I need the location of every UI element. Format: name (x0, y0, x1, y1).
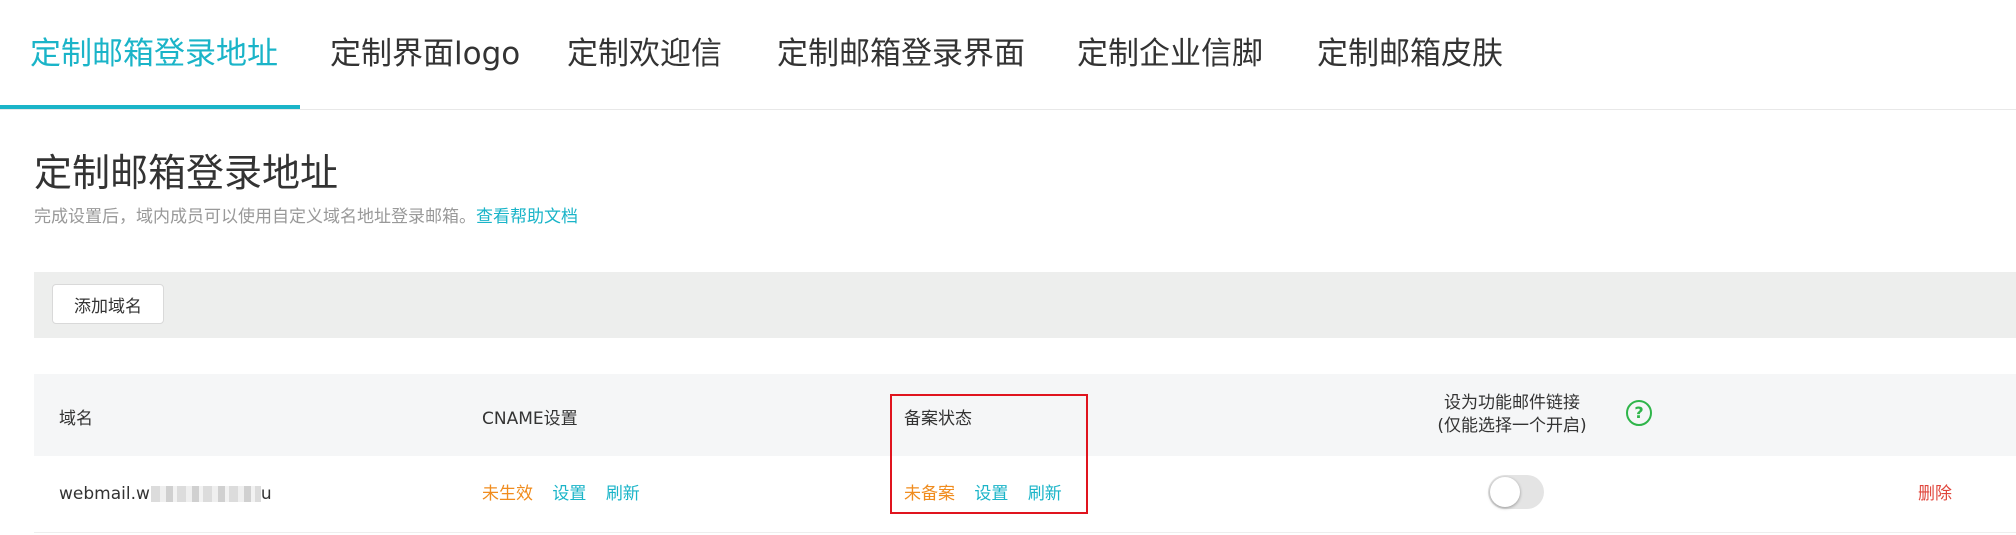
table-row: webmail.w u 未生效 设置 刷新 未备案 设置 刷新 删除 (34, 456, 2016, 533)
table-header: 域名 CNAME设置 备案状态 设为功能邮件链接 (仅能选择一个开启) ? (34, 374, 2016, 456)
header-icp-status: 备案状态 (904, 409, 972, 429)
page-title: 定制邮箱登录地址 (34, 151, 339, 195)
domain-text: webmail.w (59, 484, 150, 504)
domain-suffix: u (260, 484, 272, 504)
page-description: 完成设置后，域内成员可以使用自定义域名地址登录邮箱。查看帮助文档 (34, 205, 578, 229)
cname-refresh-link[interactable]: 刷新 (606, 484, 640, 504)
header-cname: CNAME设置 (482, 409, 578, 429)
redacted-domain (150, 486, 261, 502)
cname-set-link[interactable]: 设置 (552, 484, 586, 504)
domain-cell: webmail.w u (59, 456, 272, 532)
active-tab-indicator (0, 105, 300, 109)
help-doc-link[interactable]: 查看帮助文档 (476, 207, 578, 227)
header-function-link-line2: (仅能选择一个开启) (1437, 416, 1587, 436)
icp-set-link[interactable]: 设置 (974, 484, 1008, 504)
header-domain: 域名 (59, 409, 93, 429)
header-function-link: 设为功能邮件链接 (仅能选择一个开启) (1412, 392, 1612, 438)
toggle-knob (1490, 477, 1520, 507)
delete-link[interactable]: 删除 (1918, 456, 1952, 532)
toolbar: 添加域名 (34, 272, 2016, 338)
cname-cell: 未生效 设置 刷新 (482, 456, 640, 532)
question-circle-icon[interactable]: ? (1626, 400, 1652, 426)
function-link-toggle[interactable] (1488, 475, 1544, 509)
cname-status: 未生效 (482, 484, 533, 504)
tab-custom-login-address[interactable]: 定制邮箱登录地址 (30, 0, 278, 108)
tab-bar: 定制邮箱登录地址 定制界面logo 定制欢迎信 定制邮箱登录界面 定制企业信脚 … (0, 0, 2016, 110)
tab-custom-login-page[interactable]: 定制邮箱登录界面 (777, 0, 1025, 108)
description-text: 完成设置后，域内成员可以使用自定义域名地址登录邮箱。 (34, 207, 476, 227)
icp-refresh-link[interactable]: 刷新 (1028, 484, 1062, 504)
icp-cell: 未备案 设置 刷新 (904, 456, 1062, 532)
tab-custom-footer[interactable]: 定制企业信脚 (1077, 0, 1263, 108)
header-function-link-line1: 设为功能邮件链接 (1444, 393, 1580, 413)
tab-custom-welcome-letter[interactable]: 定制欢迎信 (567, 0, 722, 108)
tab-custom-skin[interactable]: 定制邮箱皮肤 (1317, 0, 1503, 108)
icp-status: 未备案 (904, 484, 955, 504)
tab-custom-logo[interactable]: 定制界面logo (330, 0, 520, 108)
add-domain-button[interactable]: 添加域名 (52, 284, 164, 324)
